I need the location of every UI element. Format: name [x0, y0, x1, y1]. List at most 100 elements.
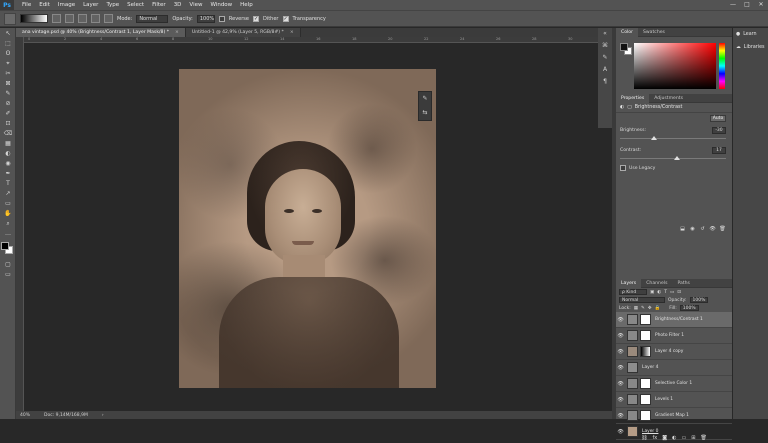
layer-mask-thumbnail[interactable]	[640, 346, 651, 357]
tab-color[interactable]: Color	[616, 27, 638, 37]
linear-gradient-icon[interactable]	[52, 14, 61, 23]
screen-mode-icon[interactable]: ▭	[3, 270, 13, 279]
type-tool-icon[interactable]: T	[3, 179, 13, 188]
collapse-icon[interactable]: «	[598, 28, 612, 40]
visibility-eye-icon[interactable]: 👁	[616, 381, 625, 387]
layer-kind-filter[interactable]: ρ Kind	[619, 289, 647, 295]
tab-untitled-1[interactable]: Untitled-1 @ 42,9% (Layer 5, RGB/8#) * ×	[185, 28, 301, 37]
pen-tool-icon[interactable]: ✒	[3, 169, 13, 178]
opacity-input[interactable]: 100%	[196, 14, 215, 23]
add-mask-icon[interactable]: ◙	[662, 435, 667, 441]
layer-name[interactable]: Brightness/Contrast 1	[655, 317, 703, 322]
clone-stamp-tool-icon[interactable]: ⊡	[3, 119, 13, 128]
layer-name[interactable]: Selective Color 1	[655, 381, 692, 386]
frame-tool-icon[interactable]: ⊠	[3, 79, 13, 88]
filter-pixel-icon[interactable]: ▣	[650, 290, 654, 295]
minimize-button[interactable]: —	[726, 0, 740, 10]
gradient-picker[interactable]	[20, 14, 48, 23]
learn-button[interactable]: ● Learn	[733, 28, 768, 41]
menu-image[interactable]: Image	[54, 2, 79, 8]
quick-select-tool-icon[interactable]: ⌖	[3, 59, 13, 68]
visibility-eye-icon[interactable]: 👁	[616, 413, 625, 419]
brightness-slider-thumb[interactable]	[651, 136, 657, 140]
brightness-input[interactable]: -30	[712, 127, 726, 134]
layer-mask-thumbnail[interactable]	[640, 410, 651, 421]
brush-panel-icon[interactable]: ✎	[598, 52, 612, 64]
close-button[interactable]: ✕	[754, 0, 768, 10]
zoom-tool-icon[interactable]: ⌕	[3, 219, 13, 228]
diamond-gradient-icon[interactable]	[104, 14, 113, 23]
menu-layer[interactable]: Layer	[79, 2, 102, 8]
mode-select[interactable]: Normal	[136, 14, 169, 23]
link-layers-icon[interactable]: ⛓	[641, 435, 647, 441]
character-icon[interactable]: A	[598, 64, 612, 76]
mask-icon[interactable]: ▢	[627, 105, 632, 110]
layer-row[interactable]: 👁 Brightness/Contrast 1	[616, 312, 732, 328]
healing-tool-icon[interactable]: ⊘	[3, 99, 13, 108]
blend-mode-select[interactable]: Normal	[619, 297, 665, 303]
paragraph-icon[interactable]: ¶	[598, 76, 612, 88]
menu-file[interactable]: File	[18, 2, 35, 8]
layer-mask-thumbnail[interactable]	[640, 330, 651, 341]
dither-checkbox[interactable]: ✓	[252, 15, 259, 22]
visibility-eye-icon[interactable]: 👁	[616, 317, 625, 323]
transparency-checkbox[interactable]: ✓	[282, 15, 289, 22]
delete-adjustment-icon[interactable]: 🗑	[719, 226, 726, 233]
tab-channels[interactable]: Channels	[641, 281, 672, 286]
dodge-tool-icon[interactable]: ◉	[3, 159, 13, 168]
new-group-icon[interactable]: ▭	[682, 435, 687, 441]
quick-mask-icon[interactable]: ▢	[3, 260, 13, 269]
eraser-tool-icon[interactable]: ⌫	[3, 129, 13, 138]
contrast-slider-track[interactable]	[620, 158, 726, 159]
layer-style-icon[interactable]: fx	[653, 435, 658, 441]
color-fg-bg-swatch[interactable]	[620, 43, 632, 55]
photoshop-logo[interactable]: Ps	[0, 0, 14, 10]
menu-filter[interactable]: Filter	[148, 2, 170, 8]
filter-smart-icon[interactable]: ⊡	[677, 290, 681, 295]
lock-all-icon[interactable]: 🔒	[655, 306, 661, 311]
lock-position-icon[interactable]: ✥	[648, 306, 652, 311]
brightness-slider-track[interactable]	[620, 138, 726, 139]
tab-ana-vintage[interactable]: ana vintage.psd @ 40% (Brightness/Contra…	[16, 28, 186, 37]
visibility-eye-icon[interactable]: 👁	[616, 397, 625, 403]
layer-name[interactable]: Levels 1	[655, 397, 673, 402]
brush-tool-icon[interactable]: ✐	[3, 109, 13, 118]
move-tool-icon[interactable]: ↖	[3, 29, 13, 38]
document-image[interactable]	[179, 69, 436, 388]
gradient-tool-icon[interactable]	[4, 12, 16, 25]
reset-icon[interactable]: ↺	[699, 226, 706, 233]
layer-row[interactable]: 👁 Gradient Map 1	[616, 408, 732, 424]
menu-select[interactable]: Select	[123, 2, 148, 8]
tab-paths[interactable]: Paths	[672, 281, 695, 286]
layer-name[interactable]: Layer 4	[642, 365, 658, 370]
tab-properties[interactable]: Properties	[616, 93, 650, 103]
lock-pixels-icon[interactable]: ▦	[634, 306, 638, 311]
marquee-tool-icon[interactable]: ⬚	[3, 39, 13, 48]
menu-window[interactable]: Window	[206, 2, 236, 8]
menu-help[interactable]: Help	[236, 2, 257, 8]
vertical-ruler[interactable]	[16, 37, 24, 411]
zoom-level[interactable]: 40%	[20, 413, 30, 418]
close-tab-icon[interactable]: ×	[290, 30, 294, 35]
lock-paint-icon[interactable]: ✎	[641, 306, 645, 311]
filter-adjustment-icon[interactable]: ◐	[657, 290, 661, 295]
eyedropper-tool-icon[interactable]: ✎	[3, 89, 13, 98]
tab-adjustments[interactable]: Adjustments	[649, 96, 688, 101]
menu-edit[interactable]: Edit	[35, 2, 54, 8]
layer-row[interactable]: 👁 Photo Filter 1	[616, 328, 732, 344]
brush-settings-icon[interactable]: ✎	[419, 92, 431, 106]
adjust-icon[interactable]: ⇆	[419, 106, 431, 120]
reflected-gradient-icon[interactable]	[91, 14, 100, 23]
use-legacy-checkbox[interactable]	[620, 165, 626, 171]
hue-slider[interactable]	[719, 43, 725, 89]
menu-type[interactable]: Type	[102, 2, 123, 8]
color-picker-field[interactable]	[634, 43, 716, 89]
layer-name[interactable]: Photo Filter 1	[655, 333, 684, 338]
auto-button[interactable]: Auto	[710, 115, 726, 122]
status-arrow-icon[interactable]: ›	[102, 413, 104, 418]
layer-row[interactable]: 👁 Levels 1	[616, 392, 732, 408]
new-layer-icon[interactable]: ⊞	[691, 435, 695, 441]
visibility-eye-icon[interactable]: 👁	[616, 333, 625, 339]
filter-shape-icon[interactable]: ▭	[670, 290, 674, 295]
layer-mask-thumbnail[interactable]	[640, 314, 651, 325]
